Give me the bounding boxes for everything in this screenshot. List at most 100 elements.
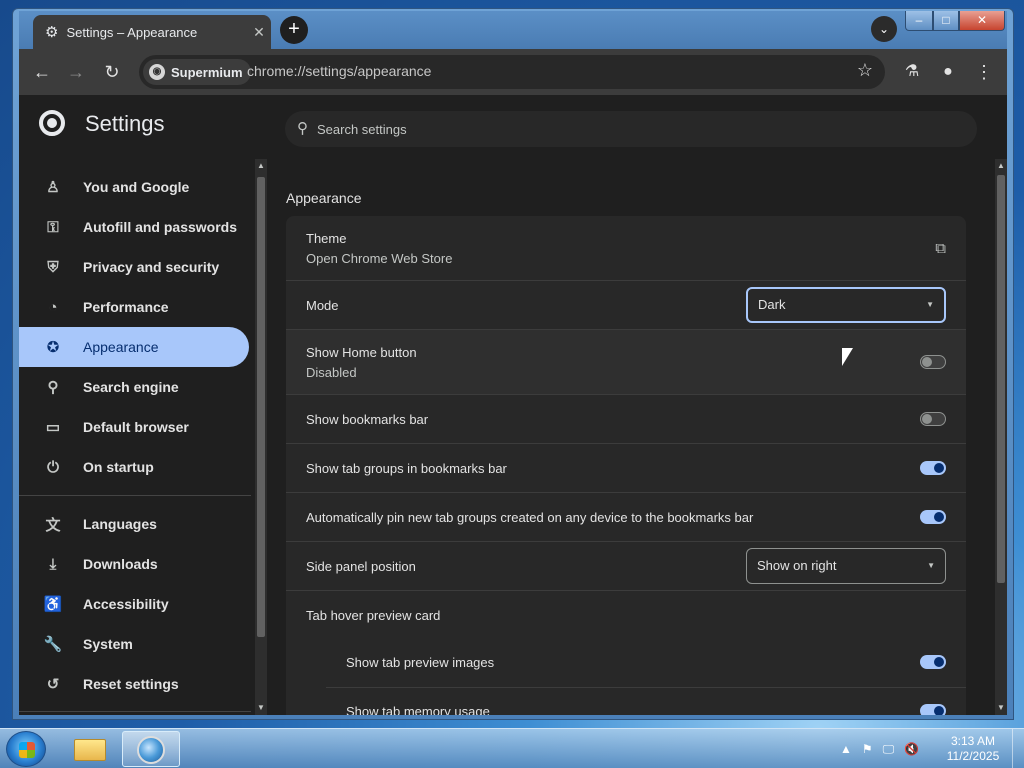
minimize-button[interactable]: –: [905, 11, 933, 31]
palette-icon: ✪: [46, 339, 60, 356]
tab-title: Settings – Appearance: [66, 24, 198, 40]
show-desktop-button[interactable]: [1012, 729, 1024, 768]
external-link-icon[interactable]: ⧉: [935, 240, 946, 257]
hover-card-label: Tab hover preview card: [306, 608, 441, 623]
preview-images-row[interactable]: Show tab preview images: [326, 639, 966, 688]
scroll-down-arrow-icon[interactable]: ▼: [255, 703, 267, 712]
tab-groups-toggle[interactable]: [920, 461, 946, 475]
search-input[interactable]: [317, 117, 917, 141]
home-button-row[interactable]: Show Home button Disabled: [286, 330, 966, 395]
accessibility-icon: ♿: [43, 596, 63, 613]
gear-icon: ⚙: [45, 24, 59, 41]
supermium-icon: ◉: [149, 64, 165, 80]
side-panel-dropdown[interactable]: Show on right ▼: [746, 548, 946, 584]
system-tray: ▲ ⚑ 🖵 🔇: [840, 729, 929, 768]
tab-groups-row[interactable]: Show tab groups in bookmarks bar: [286, 444, 966, 493]
close-window-button[interactable]: ✕: [959, 11, 1005, 31]
settings-search[interactable]: ⚲: [285, 111, 977, 147]
sidebar-item-default-browser[interactable]: ▭ Default browser: [19, 407, 249, 447]
menu-icon[interactable]: ⋮: [971, 60, 997, 86]
sidebar-item-search-engine[interactable]: ⚲ Search engine: [19, 367, 249, 407]
sidebar-item-accessibility[interactable]: ♿ Accessibility: [19, 584, 249, 624]
show-hidden-icons-icon[interactable]: ▲: [840, 742, 852, 756]
taskbar-browser[interactable]: [122, 731, 180, 767]
site-chip-label: Supermium: [171, 64, 243, 80]
clock-date: 11/2/2025: [946, 749, 1000, 763]
shield-icon: ⛨: [47, 258, 59, 276]
sidebar-item-system[interactable]: 🔧 System: [19, 624, 249, 664]
tab-close-icon[interactable]: ✕: [247, 24, 271, 41]
sidebar-item-privacy[interactable]: ⛨ Privacy and security: [19, 247, 249, 287]
labs-flask-icon[interactable]: ⚗: [899, 60, 925, 86]
browser-toolbar: ← → ↻ ◉ Supermium chrome://settings/appe…: [19, 49, 1007, 95]
bookmarks-bar-row[interactable]: Show bookmarks bar: [286, 395, 966, 444]
taskbar-clock[interactable]: 3:13 AM 11/2/2025: [936, 734, 1010, 764]
sidebar-item-you-and-google[interactable]: ♙ You and Google: [19, 167, 249, 207]
scrollbar-thumb[interactable]: [257, 177, 265, 637]
profile-icon[interactable]: ●: [935, 60, 961, 86]
theme-label: Theme: [306, 231, 347, 246]
scroll-down-arrow-icon[interactable]: ▼: [995, 703, 1007, 712]
chrome-logo-icon: [39, 110, 65, 136]
action-center-flag-icon[interactable]: ⚑: [862, 742, 873, 756]
back-button[interactable]: ←: [29, 59, 55, 85]
sidebar-item-autofill[interactable]: ⚿ Autofill and passwords: [19, 207, 249, 247]
theme-row[interactable]: Theme Open Chrome Web Store ⧉: [286, 216, 966, 281]
reload-button[interactable]: ↻: [99, 59, 125, 85]
bookmark-star-icon[interactable]: ☆: [857, 60, 873, 81]
mode-row: Mode Dark ▼: [286, 281, 966, 330]
memory-usage-row[interactable]: Show tab memory usage: [326, 688, 966, 715]
scroll-up-arrow-icon[interactable]: ▲: [995, 161, 1007, 170]
tab-settings-appearance[interactable]: ⚙ Settings – Appearance ✕: [33, 15, 271, 49]
reset-icon: ↺: [46, 676, 60, 693]
auto-pin-toggle[interactable]: [920, 510, 946, 524]
browser-window: ⚙ Settings – Appearance ✕ + ⌄ – □ ✕ ← → …: [12, 8, 1014, 720]
sidebar-item-downloads[interactable]: ⤓ Downloads: [19, 544, 249, 584]
volume-muted-icon[interactable]: 🔇: [904, 742, 919, 756]
sidebar-scrollbar[interactable]: ▲ ▼: [255, 159, 267, 715]
taskbar-file-explorer[interactable]: [68, 732, 112, 766]
preview-images-label: Show tab preview images: [346, 655, 495, 670]
sidebar-item-reset-settings[interactable]: ↺ Reset settings: [19, 664, 249, 704]
auto-pin-row[interactable]: Automatically pin new tab groups created…: [286, 493, 966, 542]
new-tab-button[interactable]: +: [280, 16, 308, 44]
search-icon: ⚲: [297, 120, 308, 137]
sidebar-item-label: Downloads: [83, 556, 158, 572]
sidebar-item-label: Performance: [83, 299, 169, 315]
settings-sidebar: ♙ You and Google ⚿ Autofill and password…: [19, 159, 255, 715]
forward-button[interactable]: →: [63, 59, 89, 85]
mouse-cursor-icon: [842, 348, 853, 366]
start-button[interactable]: [6, 731, 46, 767]
scrollbar-thumb[interactable]: [997, 175, 1005, 583]
bookmarks-bar-toggle[interactable]: [920, 412, 946, 426]
memory-usage-toggle[interactable]: [920, 704, 946, 715]
side-panel-label: Side panel position: [306, 559, 416, 574]
wrench-icon: 🔧: [43, 636, 63, 653]
theme-sublabel: Open Chrome Web Store: [306, 251, 453, 266]
sidebar-item-performance[interactable]: ◔ Performance: [19, 287, 249, 327]
taskbar: ▲ ⚑ 🖵 🔇 3:13 AM 11/2/2025: [0, 728, 1024, 768]
address-bar[interactable]: ◉ Supermium chrome://settings/appearance…: [139, 55, 885, 89]
main-scrollbar[interactable]: ▲ ▼: [995, 159, 1007, 715]
tab-search-button[interactable]: ⌄: [871, 16, 897, 42]
url-text[interactable]: chrome://settings/appearance: [247, 63, 431, 79]
translate-icon: 文: [45, 516, 61, 534]
windows-logo-icon: [19, 742, 35, 758]
sidebar-item-label: Reset settings: [83, 676, 179, 692]
sidebar-item-label: Search engine: [83, 379, 179, 395]
mode-label: Mode: [306, 298, 339, 313]
preview-images-toggle[interactable]: [920, 655, 946, 669]
mode-dropdown[interactable]: Dark ▼: [746, 287, 946, 323]
site-info-chip[interactable]: ◉ Supermium: [143, 59, 251, 85]
home-button-toggle[interactable]: [920, 355, 946, 369]
sidebar-item-appearance[interactable]: ✪ Appearance: [19, 327, 249, 367]
sidebar-item-languages[interactable]: 文 Languages: [19, 504, 249, 544]
sidebar-item-on-startup[interactable]: ⏻ On startup: [19, 447, 249, 487]
network-icon[interactable]: 🖵: [883, 742, 895, 757]
settings-header: Settings ⚲: [19, 95, 1007, 155]
browser-icon: ▭: [45, 419, 61, 436]
speedometer-icon: ◔: [48, 298, 58, 316]
scroll-up-arrow-icon[interactable]: ▲: [255, 161, 267, 170]
maximize-button[interactable]: □: [933, 11, 959, 31]
search-icon: ⚲: [47, 379, 59, 396]
